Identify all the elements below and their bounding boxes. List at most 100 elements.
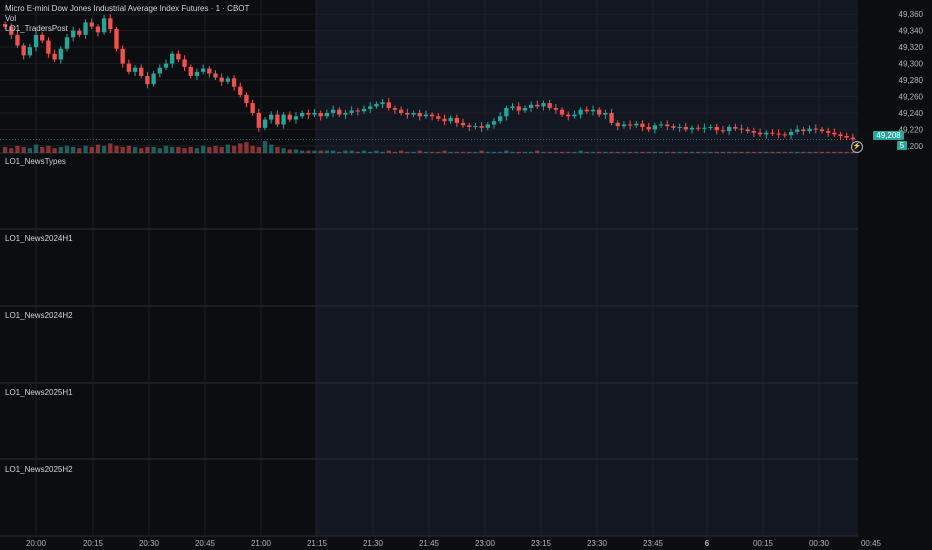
candle-body [200,68,206,72]
volume-bar [448,151,453,153]
candle-body [566,114,571,117]
candle-body [572,114,577,117]
volume-bar [77,148,82,153]
volume-bar [627,151,633,153]
candle-body [776,133,781,135]
candle-body [627,124,633,126]
candle-body [652,125,658,130]
candle-body [448,117,453,122]
volume-bar [429,151,435,153]
candle-body [454,117,460,123]
volume-bar [658,151,664,153]
volume-bar [498,151,503,153]
candle-body [479,126,484,128]
time-tick-label: 00:30 [809,539,830,548]
candle-body [380,102,385,104]
volume-bar [374,150,379,153]
volume-bar [293,149,299,153]
candle-body [132,67,138,72]
candle-body [52,53,57,60]
candle-body [429,114,435,117]
volume-bar [213,145,218,153]
candle-body [33,34,39,48]
volume-bar [770,151,775,153]
candle-body [21,45,26,56]
candle-body [151,73,156,85]
candle-body [590,109,596,112]
chart-canvas[interactable]: 49,360 49,340 49,320 49,300 49,280 49,260 49,2… [0,0,932,550]
pane-label-news2024h2[interactable]: LO1_News2024H2 [5,311,73,320]
volume-bar [170,147,175,153]
volume-bar [696,151,701,153]
volume-bar [95,144,101,153]
volume-bar [9,148,14,153]
volume-bar [467,151,472,153]
pane-label-news2024h1[interactable]: LO1_News2024H1 [5,234,73,243]
candle-body [225,78,231,82]
lightning-icon[interactable]: ⚡ [851,141,863,153]
candle-body [349,110,354,113]
volume-bar [176,147,181,153]
time-tick-label: 23:15 [531,539,552,548]
volume-bar [782,151,787,153]
candle-body [361,108,367,112]
volume-bar [343,150,348,153]
candle-body [813,128,818,130]
volume-bar [714,151,719,153]
time-tick-label: 23:45 [643,539,664,548]
candle-body [485,124,490,128]
time-tick-label: 20:45 [195,539,216,548]
pane-label-newstypes[interactable]: LO1_NewsTypes [5,157,66,166]
candle-body [850,137,856,140]
candle-body [299,112,305,117]
pane-label-news2025h1[interactable]: LO1_News2025H1 [5,388,73,397]
volume-bar [386,150,391,153]
volume-bar [665,151,670,153]
candle-body [838,134,843,137]
candle-body [293,116,299,120]
price-tick-label: 49,320 [899,43,924,52]
candle-body [58,48,63,60]
candle-body [658,124,664,126]
volume-bar [603,151,608,153]
candle-body [318,112,323,117]
volume-bar [231,145,237,153]
candle-body [343,112,348,115]
volume-bar [726,151,732,153]
candle-body [256,112,261,128]
candle-body [120,48,125,64]
volume-bar [27,148,33,153]
candle-body [665,124,670,127]
candle-body [460,122,466,126]
indicator-label[interactable]: LO1_TradersPost [5,24,249,34]
volume-bar [572,151,577,153]
candle-body [219,77,224,82]
volume-bar [188,147,193,153]
pane-label-news2025h2[interactable]: LO1_News2025H2 [5,465,73,474]
time-tick-label: 20:30 [139,539,160,548]
candle-body [671,126,676,128]
volume-bar [380,151,385,153]
time-tick-label: 21:30 [363,539,384,548]
volume-bar [306,150,311,153]
volume-bar [182,148,187,153]
volume-bar [553,151,559,153]
candle-body [714,126,719,131]
candle-body [392,108,398,110]
candle-body [720,130,726,132]
volume-bar [473,151,478,153]
volume-bar [609,151,614,153]
volume-bar [219,147,224,153]
volume-bar [751,151,757,153]
volume-bar [200,145,206,153]
time-tick-label: 23:00 [475,539,496,548]
candle-body [584,109,589,112]
candle-body [275,114,280,125]
candle-body [194,71,200,76]
candle-body [126,63,132,72]
candle-body [764,132,769,135]
candle-body [677,126,682,128]
volume-bar [454,151,460,153]
candle-body [182,59,187,67]
candle-body [374,103,379,107]
